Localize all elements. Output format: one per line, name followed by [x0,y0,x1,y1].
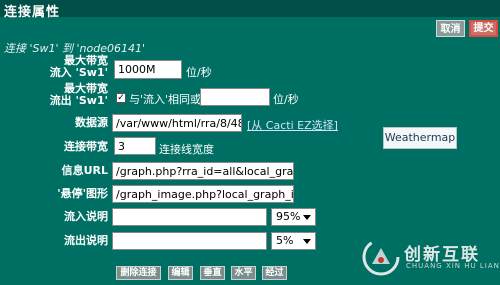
in-desc-input[interactable] [112,208,267,226]
cancel-button[interactable]: 取消 [436,20,465,37]
window-titlebar: 连接属性 [0,0,500,20]
window-title: 连接属性 [4,5,61,20]
out-desc-label: 流出说明 [64,234,108,247]
max-in-label: 最大带宽 流入 'Sw1' [49,54,108,79]
datasource-label: 数据源 [75,116,108,129]
same-as-in-text: 与'流入'相同或 [129,93,202,106]
width-label: 连接带宽 [64,140,108,153]
out-desc-input[interactable] [112,232,267,250]
via-button[interactable]: 经过 [262,266,287,280]
horizontal-button[interactable]: 水平 [231,266,256,280]
max-out-input[interactable] [200,88,270,106]
watermark-swirl-icon [362,238,400,276]
watermark-logo: 创新互联 CHUANG XIN HU LIAN [358,230,500,285]
chevron-down-icon [303,215,311,220]
in-desc-label: 流入说明 [64,210,108,223]
datasource-input[interactable]: /var/www/html/rra/8/481.rrd [112,114,242,132]
hover-graph-input[interactable]: /graph_image.php?local_graph_id=14 [112,185,294,203]
delete-link-button[interactable]: 删除连接 [116,266,161,280]
width-unit: 连接线宽度 [159,143,214,156]
max-in-input[interactable]: 1000M [114,60,182,79]
max-in-unit: 位/秒 [186,66,212,79]
submit-button[interactable]: 提交 [469,20,498,37]
weathermap-tooltip: Weathermap [383,127,457,149]
info-url-label: 信息URL [61,164,108,177]
max-out-unit: 位/秒 [273,93,299,106]
width-input[interactable]: 3 [114,137,156,155]
out-desc-select-value: 5% [276,234,294,247]
same-as-in-checkbox[interactable]: ✓ [116,93,126,103]
watermark-en: CHUANG XIN HU LIAN [406,262,500,270]
chevron-down-icon [303,239,311,244]
out-desc-select[interactable]: 5% [271,232,316,250]
edit-button[interactable]: 编辑 [168,266,193,280]
cacti-select-link[interactable]: [从 Cacti EZ选择] [247,117,338,133]
max-out-label: 最大带宽 流出 'Sw1' [49,82,108,107]
hover-graph-label: '悬停'图形 [57,187,108,200]
vertical-button[interactable]: 垂直 [200,266,225,280]
info-url-input[interactable]: /graph.php?rra_id=all&local_graph_id= [112,162,294,180]
in-desc-select[interactable]: 95% [271,208,316,226]
in-desc-select-value: 95% [276,210,301,223]
